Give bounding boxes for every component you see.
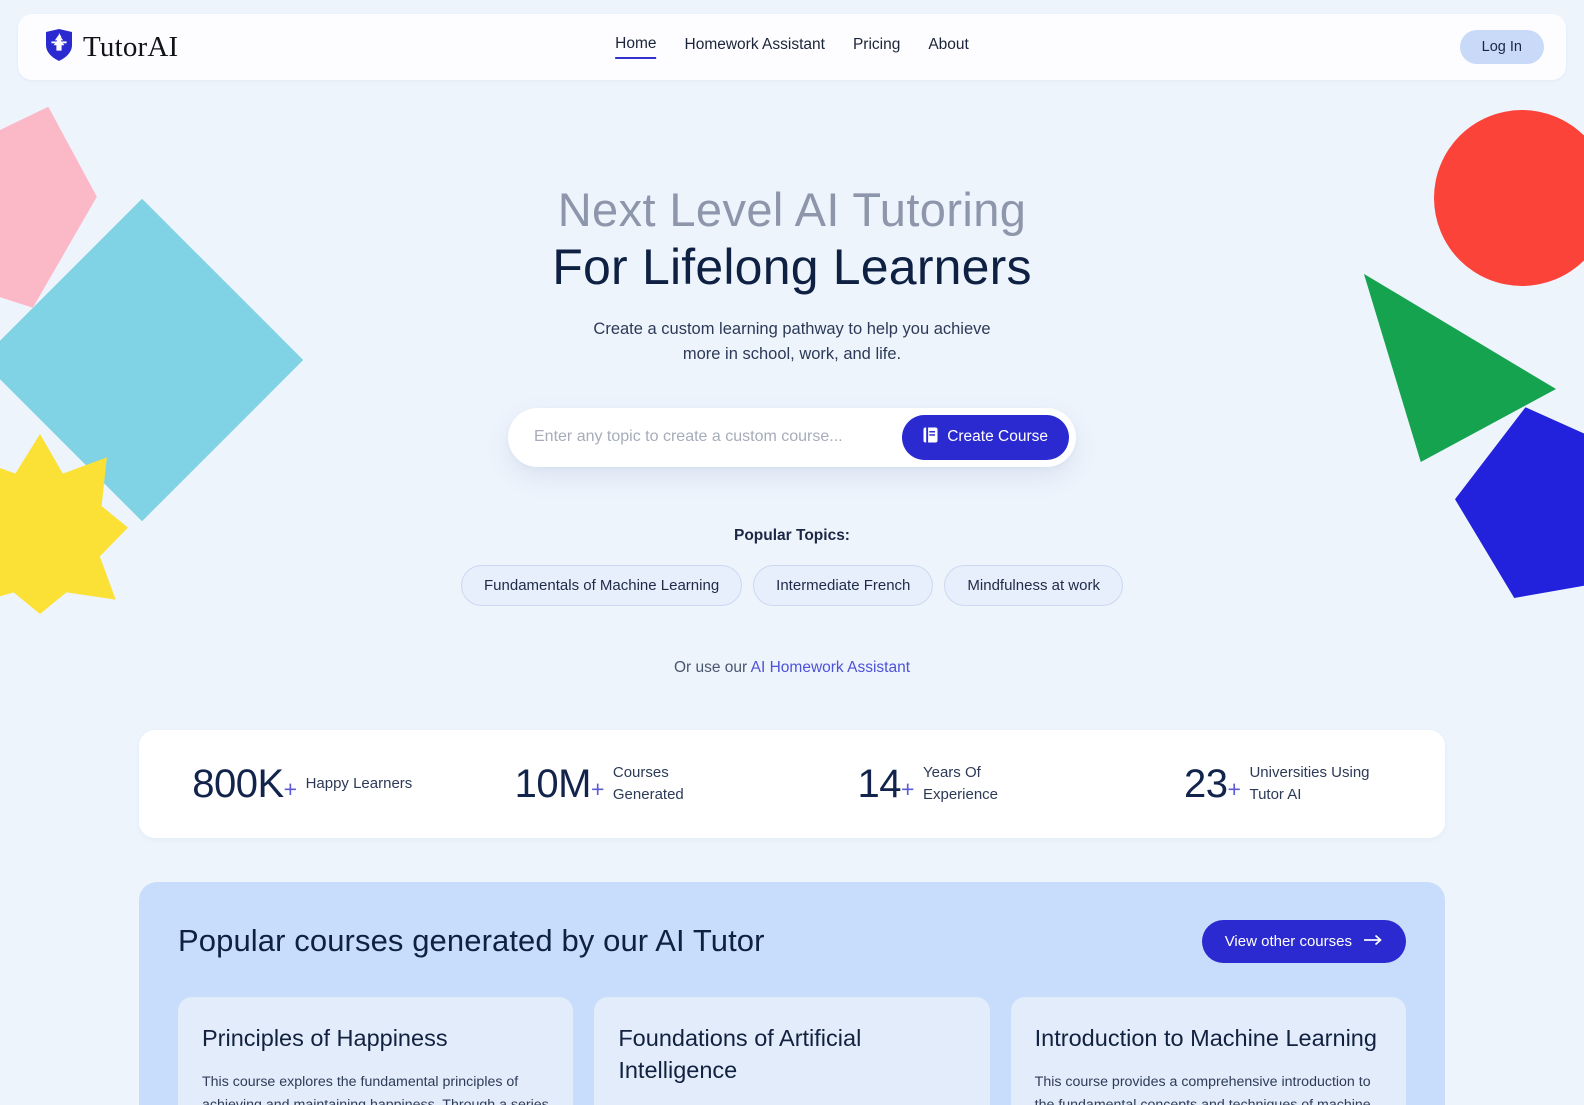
assistant-prefix: Or use our [673,658,748,676]
hero-subtitle-line1: Create a custom learning pathway to help… [593,319,991,338]
stat-plus: + [1227,775,1241,802]
stat-value: 14+ [857,761,915,806]
ai-homework-assistant-link[interactable]: AI Homework Assistant [751,659,910,676]
hero-headline-bottom: For Lifelong Learners [552,238,1032,295]
stat-label: Courses Generated [612,764,684,803]
stat-years-of-experience: 14+ Years Of Experience [792,762,1119,806]
course-card-title: Principles of Happiness [202,1024,448,1051]
topic-chip-mindfulness-at-work[interactable]: Mindfulness at work [944,564,1123,606]
nav-item-about[interactable]: About [928,36,969,58]
stat-plus: + [590,775,604,802]
hero-section: Next Level AI Tutoring For Lifelong Lear… [0,80,1584,677]
nav-item-pricing[interactable]: Pricing [853,36,900,58]
course-card-description: This course provides a comprehensive int… [1034,1073,1371,1105]
site-header: TutorAI Home Homework Assistant Pricing … [18,14,1566,80]
topic-chip-machine-learning[interactable]: Fundamentals of Machine Learning [461,564,743,606]
main-navigation: Home Homework Assistant Pricing About [615,35,969,59]
hero-subtitle-line2: more in school, work, and life. [682,345,902,364]
search-input[interactable] [534,428,903,447]
nav-item-home[interactable]: Home [615,35,657,59]
popular-topics-list: Fundamentals of Machine Learning Interme… [0,564,1584,606]
course-search-bar: Create Course [508,407,1076,467]
create-course-button[interactable]: Create Course [902,414,1069,460]
popular-courses-title: Popular courses generated by our AI Tuto… [178,923,765,959]
course-card-grid: Principles of Happiness This course expl… [178,996,1406,1105]
book-icon [923,427,938,448]
create-course-label: Create Course [947,428,1048,446]
shield-tree-icon [44,28,74,67]
stat-label: Years Of Experience [922,764,999,803]
course-card-description: This course explores the fundamental pri… [202,1073,549,1105]
arrow-right-icon [1363,933,1383,950]
stat-universities: 23+ Universities Using Tutor AI [1119,762,1446,806]
view-other-courses-button[interactable]: View other courses [1201,919,1406,963]
brand-name: TutorAI [83,30,179,63]
stat-label: Universities Using Tutor AI [1249,764,1370,803]
stat-value: 10M+ [514,761,605,806]
login-button[interactable]: Log In [1459,30,1544,64]
stat-value: 23+ [1184,761,1241,806]
stat-plus: + [283,775,297,802]
stat-plus: + [901,775,914,802]
popular-courses-section: Popular courses generated by our AI Tuto… [139,881,1445,1105]
stats-card: 800K+ Happy Learners 10M+ Courses Genera… [139,729,1446,838]
course-card[interactable]: Foundations of Artificial Intelligence T… [594,996,990,1105]
stat-happy-learners: 800K+ Happy Learners [139,764,466,804]
course-card[interactable]: Principles of Happiness This course expl… [178,996,574,1105]
stat-courses-generated: 10M+ Courses Generated [466,762,793,806]
course-card-title: Introduction to Machine Learning [1034,1024,1377,1051]
course-card-title: Foundations of Artificial Intelligence [618,1024,862,1083]
stat-value: 800K+ [192,761,297,806]
course-card[interactable]: Introduction to Machine Learning This co… [1010,996,1406,1105]
view-other-courses-label: View other courses [1224,932,1352,950]
popular-topics-label: Popular Topics: [734,526,850,544]
brand-logo[interactable]: TutorAI [44,28,178,67]
popular-courses-header: Popular courses generated by our AI Tuto… [178,919,1406,963]
topic-chip-intermediate-french[interactable]: Intermediate French [753,564,934,606]
nav-item-homework-assistant[interactable]: Homework Assistant [685,36,825,58]
stat-label: Happy Learners [305,774,413,792]
homework-assistant-line: Or use our AI Homework Assistant [0,659,1584,677]
hero-headline-top: Next Level AI Tutoring [557,183,1027,236]
hero-subtitle: Create a custom learning pathway to help… [0,317,1584,368]
